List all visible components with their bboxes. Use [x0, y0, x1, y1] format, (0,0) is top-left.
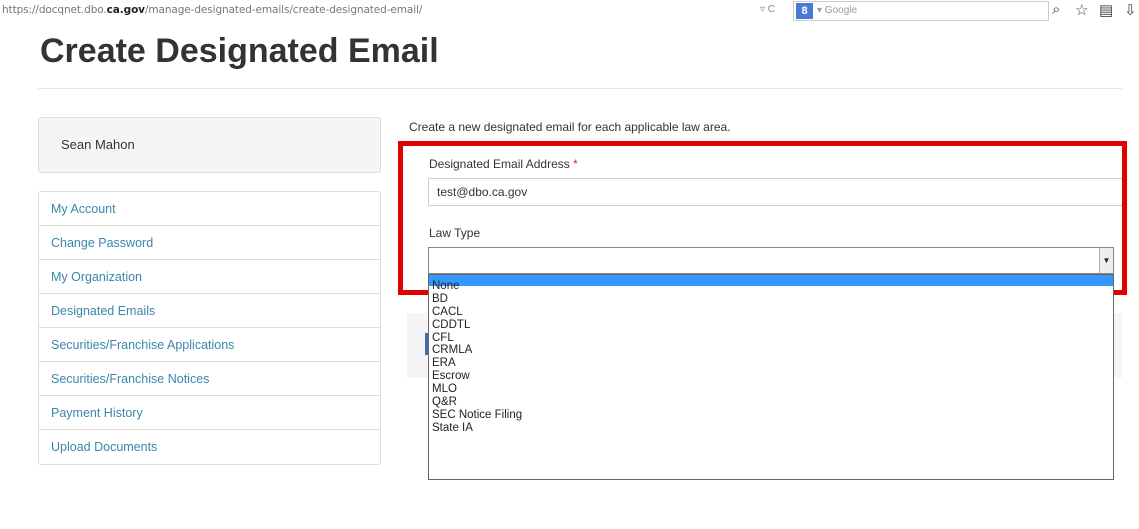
dropdown-option-none[interactable]: None — [429, 280, 1113, 293]
dropdown-option-state-ia[interactable]: State IA — [429, 422, 1113, 435]
dropdown-option-cddtl[interactable]: CDDTL — [429, 319, 1113, 332]
dropdown-option-crmla[interactable]: CRMLA — [429, 344, 1113, 357]
sidebar-item-payment-history[interactable]: Payment History — [39, 396, 380, 430]
sidebar-item-change-password[interactable]: Change Password — [39, 226, 380, 260]
search-engine-icon[interactable]: 8 — [796, 3, 813, 19]
user-panel: Sean Mahon — [38, 117, 381, 173]
dropdown-option-qr[interactable]: Q&R — [429, 396, 1113, 409]
title-divider — [38, 88, 1122, 89]
sidebar-item-my-organization[interactable]: My Organization — [39, 260, 380, 294]
sidebar-item-my-account[interactable]: My Account — [39, 192, 380, 226]
sidebar-item-designated-emails[interactable]: Designated Emails — [39, 294, 380, 328]
law-type-dropdown[interactable]: None BD CACL CDDTL CFL CRMLA ERA Escrow … — [428, 274, 1114, 480]
dropdown-option-escrow[interactable]: Escrow — [429, 370, 1113, 383]
dropdown-option-bd[interactable]: BD — [429, 293, 1113, 306]
url-prefix: https://docqnet.dbo. — [2, 4, 107, 16]
page-title: Create Designated Email — [40, 32, 439, 70]
sidebar-item-upload-documents[interactable]: Upload Documents — [39, 430, 380, 464]
dropdown-option-sec-notice-filing[interactable]: SEC Notice Filing — [429, 409, 1113, 422]
highlight-annotation-box — [398, 141, 1127, 295]
download-icon[interactable]: ⇩ — [1124, 1, 1137, 19]
browser-search-box[interactable]: 8 ▾ Google — [793, 1, 1049, 21]
bookmarks-icon[interactable]: ▤ — [1099, 1, 1113, 19]
address-bar[interactable]: https://docqnet.dbo.ca.gov/manage-design… — [2, 4, 422, 16]
user-name: Sean Mahon — [61, 137, 135, 152]
dropdown-option-era[interactable]: ERA — [429, 357, 1113, 370]
browser-toolbar: https://docqnet.dbo.ca.gov/manage-design… — [0, 0, 1139, 30]
star-icon[interactable]: ☆ — [1075, 1, 1088, 19]
sidebar-item-securities-franchise-notices[interactable]: Securities/Franchise Notices — [39, 362, 380, 396]
dropdown-option-mlo[interactable]: MLO — [429, 383, 1113, 396]
dropdown-option-cfl[interactable]: CFL — [429, 332, 1113, 345]
url-path: /manage-designated-emails/create-designa… — [144, 4, 423, 16]
search-placeholder: ▾ Google — [817, 5, 858, 16]
search-icon[interactable]: ⌕ — [1052, 1, 1060, 18]
sidebar-item-securities-franchise-applications[interactable]: Securities/Franchise Applications — [39, 328, 380, 362]
dropdown-option-cacl[interactable]: CACL — [429, 306, 1113, 319]
form-intro-text: Create a new designated email for each a… — [409, 120, 731, 134]
url-domain: ca.gov — [106, 4, 145, 16]
reload-icon[interactable]: ▿ C — [760, 4, 775, 15]
sidebar-nav: My Account Change Password My Organizati… — [38, 191, 381, 465]
